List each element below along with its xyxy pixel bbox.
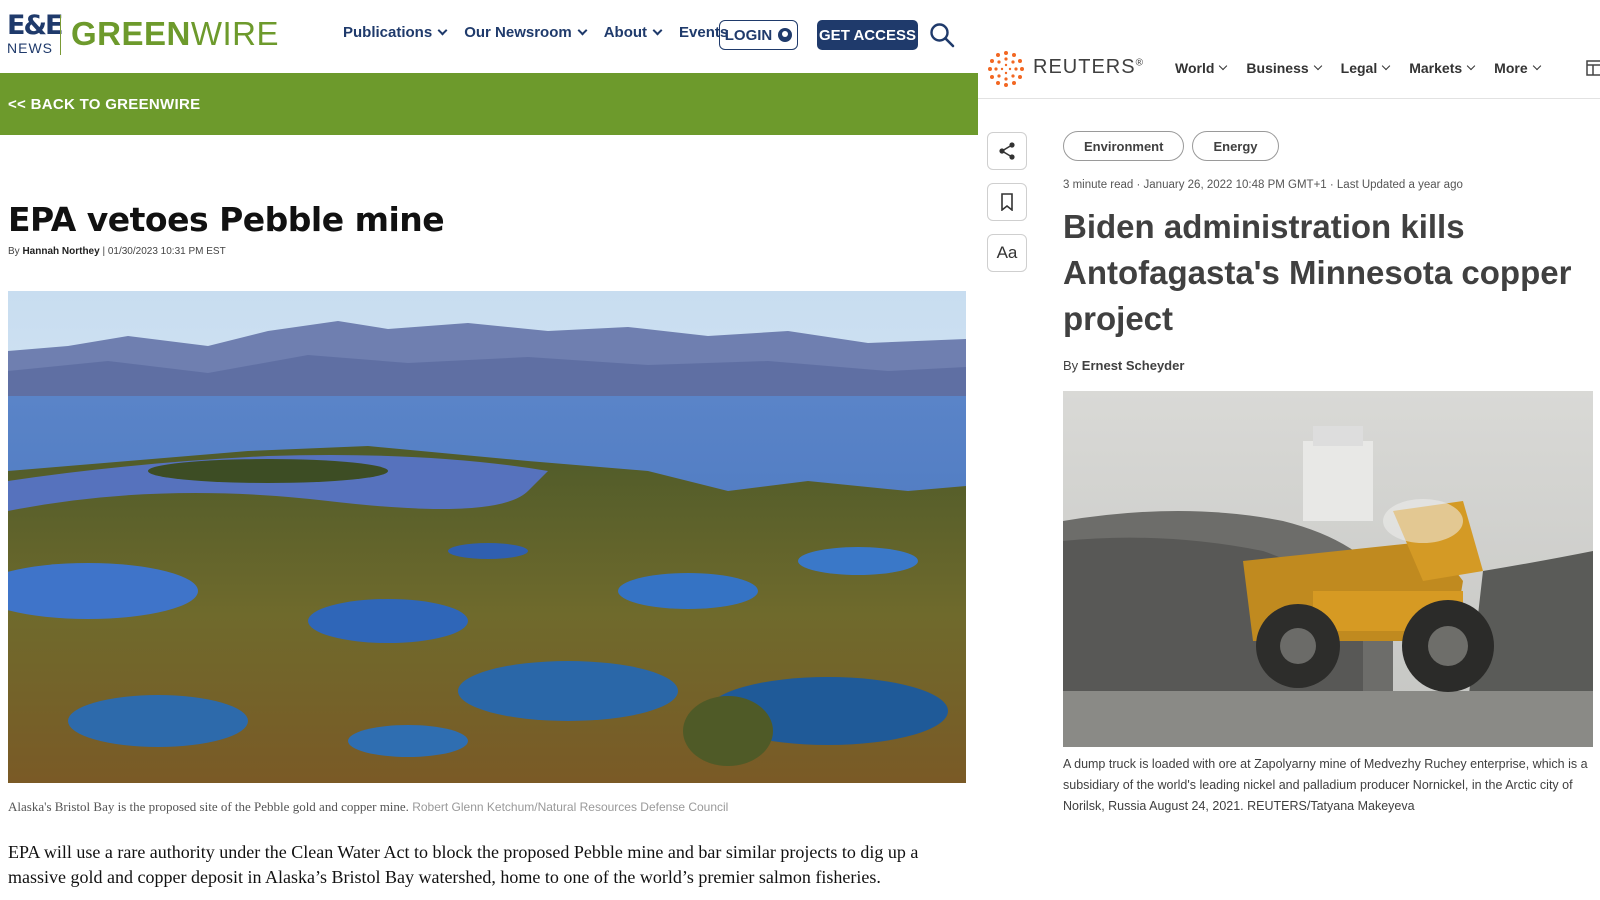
ee-header: E&E NEWS GREENWIRE Publications Our News… bbox=[0, 0, 978, 72]
bristol-bay-photo bbox=[8, 291, 966, 783]
chevron-down-icon bbox=[1381, 61, 1391, 71]
login-button[interactable]: LOGIN bbox=[719, 20, 798, 50]
article-tools: Aa bbox=[987, 132, 1027, 285]
back-to-greenwire-link[interactable]: << BACK TO GREENWIRE bbox=[0, 73, 978, 135]
nav-our-newsroom[interactable]: Our Newsroom bbox=[464, 24, 588, 41]
brand-thin: WIRE bbox=[190, 15, 280, 52]
reuters-main-nav: World Business Legal Markets More bbox=[1175, 60, 1560, 76]
search-icon[interactable] bbox=[929, 22, 955, 48]
nav-business[interactable]: Business bbox=[1246, 60, 1322, 76]
chevron-down-icon bbox=[1219, 61, 1228, 71]
article-byline: By Hannah Northey | 01/30/2023 10:31 PM … bbox=[8, 246, 226, 257]
bookmark-icon bbox=[1001, 193, 1013, 211]
photo-credit: Robert Glenn Ketchum/Natural Resources D… bbox=[412, 800, 729, 814]
get-access-button[interactable]: GET ACCESS bbox=[817, 20, 918, 50]
greenwire-page: E&E NEWS GREENWIRE Publications Our News… bbox=[0, 0, 978, 900]
article-title: EPA vetoes Pebble mine bbox=[8, 200, 445, 239]
byline-prefix: By bbox=[8, 246, 20, 257]
nav-label: Business bbox=[1246, 60, 1309, 76]
nav-label: Publications bbox=[343, 24, 433, 41]
nav-markets[interactable]: Markets bbox=[1409, 60, 1476, 76]
photo-caption: Alaska's Bristol Bay is the proposed sit… bbox=[8, 799, 728, 815]
greenwire-brand[interactable]: GREENWIRE bbox=[71, 14, 279, 54]
share-icon bbox=[999, 142, 1015, 160]
nav-label: Our Newsroom bbox=[464, 24, 572, 41]
reuters-header: REUTERS® World Business Legal Markets Mo… bbox=[978, 0, 1600, 99]
byline-author[interactable]: Ernest Scheyder bbox=[1082, 358, 1185, 373]
nav-more[interactable]: More bbox=[1494, 60, 1541, 76]
bookmark-button[interactable] bbox=[987, 183, 1027, 221]
ee-main-nav: Publications Our Newsroom About Events bbox=[343, 24, 746, 41]
reuters-page: REUTERS® World Business Legal Markets Mo… bbox=[978, 0, 1600, 900]
share-button[interactable] bbox=[987, 132, 1027, 170]
article-meta: 3 minute read · January 26, 2022 10:48 P… bbox=[1063, 179, 1463, 191]
ee-logo-mark: E&E bbox=[7, 10, 63, 41]
byline-date: | 01/30/2023 10:31 PM EST bbox=[102, 246, 226, 257]
article-title: Biden administration kills Antofagasta's… bbox=[1063, 208, 1572, 337]
registered-mark: ® bbox=[1135, 57, 1144, 69]
chevron-down-icon bbox=[1532, 61, 1541, 71]
chevron-down-icon bbox=[652, 25, 663, 36]
nav-world[interactable]: World bbox=[1175, 60, 1228, 76]
layout-icon[interactable] bbox=[1586, 59, 1600, 77]
user-icon bbox=[778, 28, 793, 42]
dump-truck-photo bbox=[1063, 391, 1593, 747]
reuters-logo-icon[interactable] bbox=[987, 50, 1025, 88]
tag-environment[interactable]: Environment bbox=[1063, 131, 1185, 161]
tag-energy[interactable]: Energy bbox=[1192, 131, 1279, 161]
nav-label: About bbox=[603, 24, 648, 41]
logo-divider bbox=[60, 15, 61, 55]
nav-label: Legal bbox=[1340, 60, 1378, 76]
chevron-down-icon bbox=[437, 25, 448, 36]
login-label: LOGIN bbox=[724, 26, 773, 44]
article-byline: By Ernest Scheyder bbox=[1063, 358, 1184, 373]
text-size-button[interactable]: Aa bbox=[987, 234, 1027, 272]
chevron-down-icon bbox=[577, 25, 588, 36]
ee-news-logo[interactable]: E&E NEWS bbox=[7, 10, 63, 58]
nav-legal[interactable]: Legal bbox=[1340, 60, 1391, 76]
article-body-paragraph: EPA will use a rare authority under the … bbox=[8, 842, 919, 887]
caption-text: Alaska's Bristol Bay is the proposed sit… bbox=[8, 799, 409, 814]
topic-tags: Environment Energy bbox=[1063, 131, 1279, 161]
chevron-down-icon bbox=[1466, 61, 1476, 71]
ee-logo-sub: NEWS bbox=[7, 40, 53, 56]
nav-publications[interactable]: Publications bbox=[343, 24, 448, 41]
nav-label: More bbox=[1494, 60, 1528, 76]
reuters-wordmark[interactable]: REUTERS® bbox=[1033, 56, 1144, 79]
chevron-down-icon bbox=[1313, 61, 1322, 71]
photo-caption: A dump truck is loaded with ore at Zapol… bbox=[1063, 757, 1588, 813]
nav-label: Markets bbox=[1409, 60, 1463, 76]
brand-bold: GREEN bbox=[71, 15, 191, 52]
brand-text: REUTERS bbox=[1033, 56, 1136, 78]
nav-label: World bbox=[1175, 60, 1215, 76]
byline-prefix: By bbox=[1063, 358, 1079, 373]
nav-about[interactable]: About bbox=[603, 24, 663, 41]
byline-author[interactable]: Hannah Northey bbox=[22, 246, 99, 257]
